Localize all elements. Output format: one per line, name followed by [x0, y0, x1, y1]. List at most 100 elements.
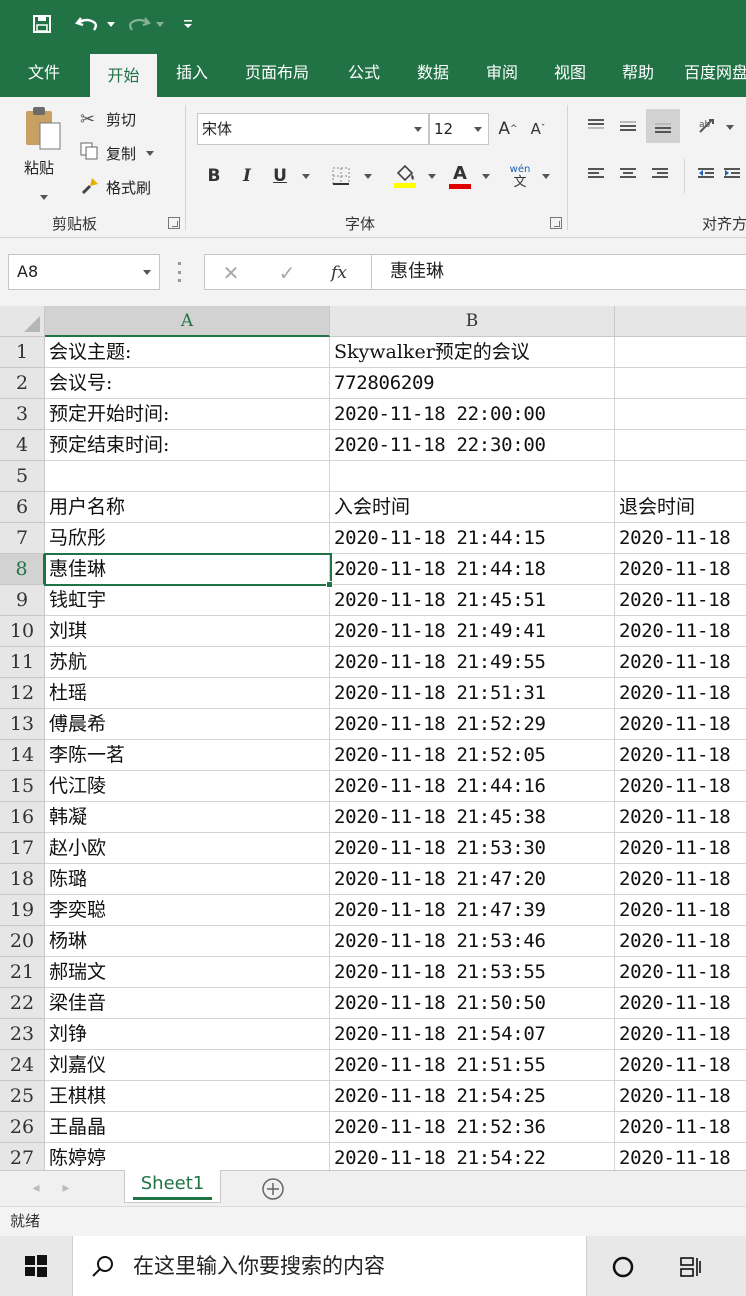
cell-c[interactable]: 2020-11-18: [615, 678, 746, 709]
font-name-dropdown-icon[interactable]: [414, 127, 422, 132]
italic-button[interactable]: I: [234, 161, 260, 191]
cell-a[interactable]: 钱虹宇: [45, 585, 330, 616]
align-bottom-button[interactable]: [646, 109, 680, 143]
cell-b[interactable]: 2020-11-18 21:53:30: [330, 833, 615, 864]
cell-a[interactable]: 王棋棋: [45, 1081, 330, 1112]
cell-b[interactable]: 2020-11-18 21:51:31: [330, 678, 615, 709]
fill-color-button[interactable]: [390, 159, 420, 193]
shrink-font-button[interactable]: Aˇ: [526, 115, 550, 143]
cell-a[interactable]: 杨琳: [45, 926, 330, 957]
cell-a[interactable]: 陈婷婷: [45, 1143, 330, 1170]
customize-qat-icon[interactable]: [180, 8, 196, 40]
font-size-combo[interactable]: 12: [429, 113, 489, 145]
cell-c[interactable]: 2020-11-18: [615, 771, 746, 802]
cell-b[interactable]: 2020-11-18 21:44:16: [330, 771, 615, 802]
row-header[interactable]: 15: [0, 771, 45, 802]
borders-button[interactable]: [326, 161, 356, 191]
cell-a[interactable]: 会议号:: [45, 368, 330, 399]
copy-dropdown-icon[interactable]: [146, 150, 155, 156]
cell-c[interactable]: 2020-11-18: [615, 616, 746, 647]
scroll-tabs-right-icon[interactable]: ▸: [56, 1177, 76, 1199]
row-header[interactable]: 24: [0, 1050, 45, 1081]
cell-c[interactable]: 2020-11-18: [615, 802, 746, 833]
cell-b[interactable]: 2020-11-18 21:49:55: [330, 647, 615, 678]
name-box-dropdown-icon[interactable]: [143, 270, 151, 275]
cell-b[interactable]: 2020-11-18 21:50:50: [330, 988, 615, 1019]
cell-c[interactable]: [615, 399, 746, 430]
cell-c[interactable]: 2020-11-18: [615, 864, 746, 895]
cell-a[interactable]: 梁佳音: [45, 988, 330, 1019]
cell-c[interactable]: [615, 337, 746, 368]
bold-button[interactable]: B: [200, 161, 228, 191]
cell-a[interactable]: 赵小欧: [45, 833, 330, 864]
cortana-button[interactable]: [608, 1252, 638, 1282]
undo-icon[interactable]: [70, 8, 106, 40]
tab-help[interactable]: 帮助: [608, 48, 668, 97]
font-size-dropdown-icon[interactable]: [474, 127, 482, 132]
row-header[interactable]: 19: [0, 895, 45, 926]
row-header[interactable]: 12: [0, 678, 45, 709]
cell-c[interactable]: 2020-11-18: [615, 1112, 746, 1143]
row-header[interactable]: 16: [0, 802, 45, 833]
column-header-a[interactable]: A: [45, 306, 330, 337]
cell-c[interactable]: 2020-11-18: [615, 1050, 746, 1081]
undo-dropdown-icon[interactable]: [104, 8, 118, 40]
cell-a[interactable]: 苏航: [45, 647, 330, 678]
cell-a[interactable]: 杜瑶: [45, 678, 330, 709]
cell-a[interactable]: 刘嘉仪: [45, 1050, 330, 1081]
cell-b[interactable]: 2020-11-18 21:54:07: [330, 1019, 615, 1050]
cell-a[interactable]: 会议主题:: [45, 337, 330, 368]
cell-a[interactable]: 刘琪: [45, 616, 330, 647]
decrease-indent-button[interactable]: [692, 159, 720, 189]
cell-a[interactable]: 刘铮: [45, 1019, 330, 1050]
start-button[interactable]: [22, 1252, 50, 1280]
row-header[interactable]: 21: [0, 957, 45, 988]
cut-button[interactable]: ✂ 剪切: [80, 107, 136, 131]
cell-b[interactable]: 2020-11-18 21:52:29: [330, 709, 615, 740]
cell-b[interactable]: 2020-11-18 21:54:22: [330, 1143, 615, 1170]
cell-b[interactable]: 2020-11-18 21:52:36: [330, 1112, 615, 1143]
enter-icon[interactable]: ✓: [273, 259, 301, 287]
row-header[interactable]: 23: [0, 1019, 45, 1050]
phonetic-dropdown-icon[interactable]: [542, 174, 550, 179]
cell-a[interactable]: 陈璐: [45, 864, 330, 895]
cell-c[interactable]: [615, 368, 746, 399]
row-header[interactable]: 20: [0, 926, 45, 957]
align-center-button[interactable]: [614, 159, 642, 189]
row-header[interactable]: 2: [0, 368, 45, 399]
task-view-button[interactable]: [676, 1252, 706, 1282]
format-painter-button[interactable]: 格式刷: [80, 175, 151, 199]
cell-c[interactable]: 2020-11-18: [615, 740, 746, 771]
row-header[interactable]: 9: [0, 585, 45, 616]
cell-c[interactable]: 2020-11-18: [615, 895, 746, 926]
fill-handle[interactable]: [326, 581, 333, 588]
cell-c[interactable]: 2020-11-18: [615, 647, 746, 678]
paste-button[interactable]: 粘贴: [22, 105, 68, 205]
cell-b[interactable]: 2020-11-18 21:44:15: [330, 523, 615, 554]
cell-c[interactable]: 2020-11-18: [615, 988, 746, 1019]
cell-c[interactable]: [615, 461, 746, 492]
row-header[interactable]: 5: [0, 461, 45, 492]
cell-c[interactable]: 2020-11-18: [615, 926, 746, 957]
redo-dropdown-icon[interactable]: [154, 8, 166, 40]
cell-b[interactable]: 2020-11-18 21:51:55: [330, 1050, 615, 1081]
row-header[interactable]: 18: [0, 864, 45, 895]
cell-a[interactable]: 用户名称: [45, 492, 330, 523]
cell-b[interactable]: 2020-11-18 22:30:00: [330, 430, 615, 461]
tab-baidu-netdisk[interactable]: 百度网盘: [684, 48, 746, 97]
cell-c[interactable]: 2020-11-18: [615, 554, 746, 585]
scroll-tabs-left-icon[interactable]: ◂: [26, 1177, 46, 1199]
orientation-button[interactable]: ab: [694, 111, 722, 141]
cell-b[interactable]: 2020-11-18 21:53:46: [330, 926, 615, 957]
cell-c[interactable]: 2020-11-18: [615, 585, 746, 616]
redo-icon[interactable]: [124, 8, 154, 40]
tab-view[interactable]: 视图: [540, 48, 600, 97]
row-header[interactable]: 6: [0, 492, 45, 523]
save-icon[interactable]: [28, 8, 56, 40]
cell-a[interactable]: 韩凝: [45, 802, 330, 833]
row-header[interactable]: 4: [0, 430, 45, 461]
tab-formulas[interactable]: 公式: [334, 48, 394, 97]
cancel-icon[interactable]: ✕: [217, 259, 245, 287]
cell-c[interactable]: 2020-11-18: [615, 833, 746, 864]
row-header[interactable]: 8: [0, 554, 45, 585]
